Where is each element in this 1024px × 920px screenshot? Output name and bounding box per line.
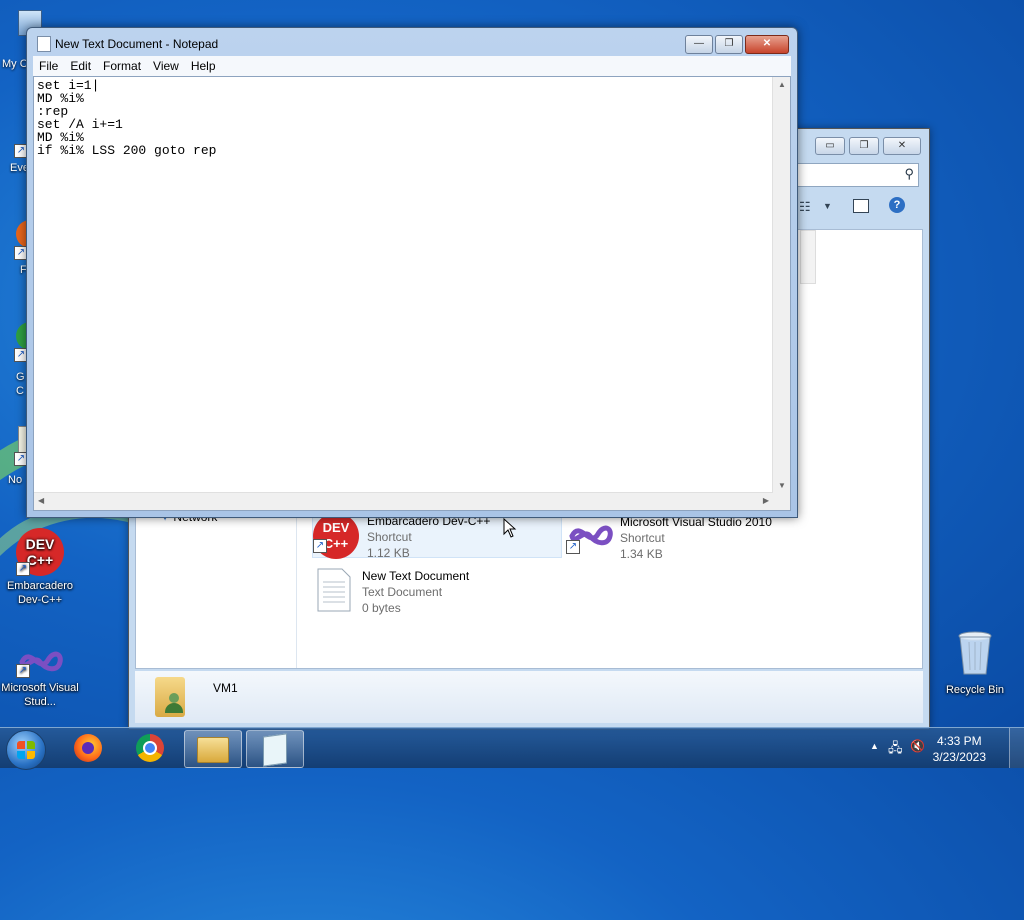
window-title: New Text Document - Notepad — [55, 37, 219, 51]
taskbar-chrome[interactable] — [124, 730, 180, 766]
shortcut-arrow-icon: ↗ — [566, 540, 580, 554]
chrome-icon — [136, 734, 164, 762]
resize-grip[interactable] — [773, 493, 790, 510]
file-type: Text Document — [362, 585, 443, 599]
explorer-search-input[interactable]: ⚲ — [793, 163, 919, 187]
file-type: Shortcut — [367, 530, 412, 544]
taskbar-notepad[interactable] — [246, 730, 304, 768]
notepad-window: New Text Document - Notepad — ❐ ✕ File E… — [26, 27, 798, 518]
desktop-icon-label: Embarcadero Dev-C++ — [6, 580, 74, 606]
minimize-button[interactable]: — — [685, 35, 713, 54]
scroll-left-arrow-icon[interactable]: ◀ — [38, 496, 44, 505]
horizontal-scrollbar[interactable]: ◀ ▶ — [34, 492, 773, 510]
firefox-icon — [74, 734, 102, 762]
system-tray: ▲ 🖧 🔇 4:33 PM 3/23/2023 — [854, 728, 1024, 768]
start-button[interactable] — [6, 730, 46, 770]
details-name: VM1 — [213, 681, 238, 695]
taskbar-firefox[interactable] — [62, 730, 118, 766]
vertical-scrollbar[interactable]: ▲ ▼ — [772, 77, 790, 493]
volume-muted-icon[interactable]: 🔇 — [910, 739, 925, 753]
explorer-window-controls: ▭ ❐ ✕ — [815, 137, 921, 155]
explorer-toolbar: ☷ ▼ ? — [789, 195, 919, 221]
view-options-icon[interactable]: ☷ — [799, 199, 811, 215]
shortcut-arrow-icon: ↗ — [313, 539, 327, 553]
explorer-close-button[interactable]: ✕ — [883, 137, 921, 155]
notepad-icon — [37, 36, 51, 52]
maximize-button[interactable]: ❐ — [715, 35, 743, 54]
explorer-maximize-button[interactable]: ❐ — [849, 137, 879, 155]
explorer-details-pane: VM1 — [135, 671, 923, 723]
preview-pane-icon[interactable] — [853, 199, 869, 213]
file-type: Shortcut — [620, 531, 665, 545]
file-size: 1.12 KB — [367, 546, 410, 560]
notepad-window-controls: — ❐ ✕ — [685, 35, 789, 54]
text-editor[interactable]: set i=1| MD %i% :rep set /A i+=1 MD %i% … — [33, 76, 791, 511]
desktop-icon-label: Recycle Bin — [945, 684, 1005, 696]
file-size: 0 bytes — [362, 601, 401, 615]
close-button[interactable]: ✕ — [745, 35, 789, 54]
taskbar-explorer[interactable] — [184, 730, 242, 768]
file-item-devcpp[interactable]: DEV C++ ↗ Embarcadero Dev-C++ Shortcut 1… — [312, 512, 562, 560]
user-folder-icon — [155, 677, 185, 717]
taskbar: ▲ 🖧 🔇 4:33 PM 3/23/2023 — [0, 727, 1024, 770]
menu-view[interactable]: View — [147, 59, 185, 73]
notepad-icon — [263, 733, 287, 767]
file-name: New Text Document — [362, 569, 470, 583]
show-desktop-button[interactable] — [1009, 728, 1024, 768]
recycle-bin-icon — [958, 631, 992, 675]
desktop-icon-visual-studio[interactable]: ↗ Microsoft Visual Stud... — [0, 642, 80, 709]
network-status-icon[interactable]: 🖧 — [888, 739, 903, 761]
desktop-icon-recycle-bin[interactable]: Recycle Bin — [935, 630, 1015, 696]
menu-edit[interactable]: Edit — [64, 59, 97, 73]
file-item-text-document[interactable]: New Text Document Text Document 0 bytes — [316, 568, 556, 615]
explorer-scrollbar-thumb[interactable] — [800, 230, 816, 284]
scroll-right-arrow-icon[interactable]: ▶ — [763, 496, 769, 505]
text-document-icon — [317, 568, 351, 612]
desktop-icon-label: Microsoft Visual Stud... — [1, 682, 79, 708]
desktop-icon-devcpp[interactable]: DEV C++ ↗ Embarcadero Dev-C++ — [0, 528, 80, 607]
menu-help[interactable]: Help — [185, 59, 222, 73]
scroll-down-arrow-icon[interactable]: ▼ — [778, 481, 786, 490]
mouse-cursor-icon — [503, 518, 517, 538]
show-hidden-icons-icon[interactable]: ▲ — [870, 741, 879, 751]
file-size: 1.34 KB — [620, 547, 663, 561]
windows-logo-icon — [17, 741, 35, 759]
explorer-icon — [197, 737, 229, 763]
search-icon: ⚲ — [904, 166, 914, 181]
clock[interactable]: 4:33 PM 3/23/2023 — [933, 733, 986, 765]
explorer-minimize-button[interactable]: ▭ — [815, 137, 845, 155]
scroll-up-arrow-icon[interactable]: ▲ — [778, 80, 786, 89]
chevron-down-icon[interactable]: ▼ — [823, 201, 832, 211]
menu-bar: File Edit Format View Help — [33, 56, 791, 76]
menu-format[interactable]: Format — [97, 59, 147, 73]
file-item-visual-studio[interactable]: ↗ Microsoft Visual Studio 2010 Shortcut … — [566, 514, 796, 561]
editor-content[interactable]: set i=1| MD %i% :rep set /A i+=1 MD %i% … — [37, 79, 216, 157]
clock-date: 3/23/2023 — [932, 750, 986, 764]
user-avatar-icon — [165, 693, 183, 715]
shortcut-arrow-icon: ↗ — [16, 664, 30, 678]
clock-time: 4:33 PM — [936, 734, 982, 748]
menu-file[interactable]: File — [33, 59, 64, 73]
shortcut-arrow-icon: ↗ — [16, 562, 30, 576]
help-icon[interactable]: ? — [889, 197, 905, 213]
